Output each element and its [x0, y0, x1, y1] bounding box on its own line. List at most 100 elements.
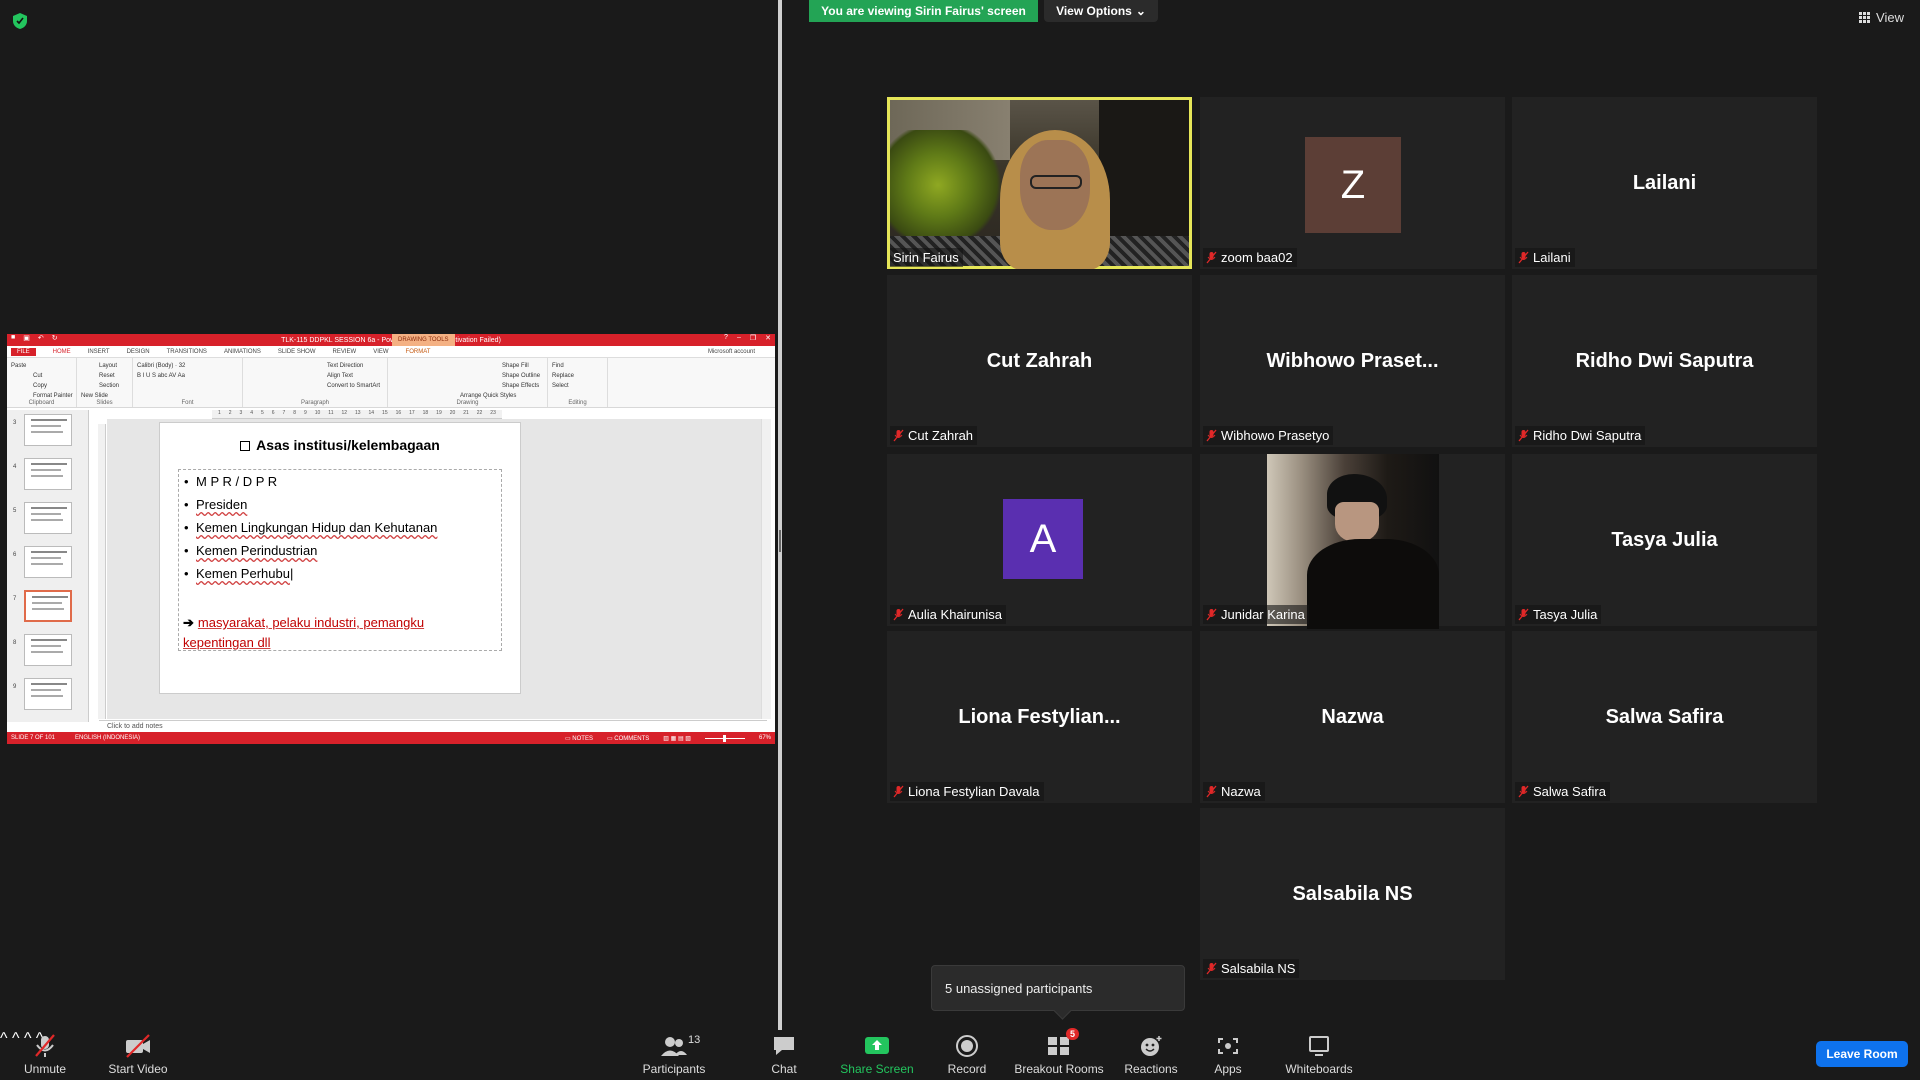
mic-muted-icon — [1518, 608, 1529, 621]
font-format-buttons: B I U S abc AV Aa — [137, 373, 185, 379]
video-tile-ridho[interactable]: Ridho Dwi Saputra Ridho Dwi Saputra — [1512, 275, 1817, 447]
record-button[interactable]: Record — [942, 1030, 992, 1080]
chat-button[interactable]: Chat — [764, 1030, 804, 1080]
slide-arrow-text: ➔ masyarakat, pelaku industri, pemangku k… — [183, 613, 483, 653]
video-tile-nazwa[interactable]: Nazwa Nazwa — [1200, 631, 1505, 803]
ruler-tick: 19 — [436, 410, 442, 416]
video-tile-aulia[interactable]: A Aulia Khairunisa — [887, 454, 1192, 626]
bullet-text: M P R / D P R — [196, 474, 278, 489]
video-tile-lailani[interactable]: Lailani Lailani — [1512, 97, 1817, 269]
participant-name-label: Nazwa — [1203, 782, 1265, 801]
tab-format: FORMAT — [405, 348, 431, 355]
participant-name: zoom baa02 — [1221, 250, 1293, 265]
leave-room-button[interactable]: Leave Room — [1816, 1041, 1908, 1067]
whiteboards-button[interactable]: Whiteboards — [1280, 1030, 1358, 1080]
video-tile-salwa[interactable]: Salwa Safira Salwa Safira — [1512, 631, 1817, 803]
video-tile-zoom-baa02[interactable]: Z zoom baa02 — [1200, 97, 1505, 269]
chat-icon — [774, 1037, 794, 1055]
drawing-tools-label: DRAWING TOOLS — [392, 334, 455, 346]
select-label: Select — [552, 383, 569, 389]
unmute-label: Unmute — [23, 1062, 67, 1076]
tab-insert: INSERT — [87, 348, 110, 355]
paste-label: Paste — [11, 363, 27, 369]
shape-effects-label: Shape Effects — [502, 383, 540, 389]
participant-display-name: Lailani — [1632, 171, 1697, 194]
participants-icon-wrap: 13 — [660, 1034, 700, 1058]
mic-muted-icon — [1206, 962, 1217, 975]
thumbnail-row: 6 — [11, 546, 85, 580]
bullet-text: Kemen Lingkungan Hidup dan Kehutanan — [196, 520, 438, 535]
apps-button[interactable]: Apps — [1208, 1030, 1248, 1080]
arrow-text-line2: kepentingan dll — [183, 635, 271, 650]
video-tile-wibhowo[interactable]: Wibhowo Praset... Wibhowo Prasetyo — [1200, 275, 1505, 447]
ruler-tick: 10 — [314, 410, 321, 416]
participant-display-name: Salsabila NS — [1292, 882, 1413, 905]
tab-review: REVIEW — [332, 348, 357, 355]
font-name-value: Calibri (Body) — [137, 363, 174, 369]
mic-muted-icon — [1206, 251, 1217, 264]
view-buttons: ▥ ▦ ▤ ▧ — [663, 735, 691, 742]
slide-title-text: Asas institusi/kelembagaan — [256, 437, 440, 453]
video-tile-cut-zahrah[interactable]: Cut Zahrah Cut Zahrah — [887, 275, 1192, 447]
mic-muted-icon — [893, 429, 904, 442]
copy-label: Copy — [33, 383, 48, 389]
view-options-label: View Options — [1056, 4, 1132, 18]
video-tile-liona[interactable]: Liona Festylian... Liona Festylian Daval… — [887, 631, 1192, 803]
notes-toggle: ▭ NOTES — [564, 735, 593, 742]
shield-icon[interactable] — [12, 12, 28, 30]
split-divider[interactable] — [778, 0, 782, 1030]
thumb-number: 6 — [13, 552, 17, 558]
tab-design: DESIGN — [126, 348, 150, 355]
audio-options-caret-icon[interactable]: ^ — [0, 1030, 8, 1047]
ruler-tick: 3 — [239, 410, 243, 416]
start-video-button[interactable]: Start Video — [105, 1030, 171, 1080]
participant-name: Liona Festylian Davala — [908, 784, 1040, 799]
start-video-label: Start Video — [108, 1062, 168, 1076]
breakout-icon-wrap: 5 — [1045, 1028, 1079, 1058]
tab-home: HOME — [52, 348, 71, 355]
record-label: Record — [947, 1062, 987, 1076]
save-icon: ▣ — [23, 335, 30, 342]
unassigned-participants-tooltip[interactable]: 5 unassigned participants — [931, 965, 1185, 1011]
mic-muted-icon — [1518, 251, 1529, 264]
chat-label: Chat — [771, 1062, 797, 1076]
share-screen-button[interactable]: Share Screen — [838, 1030, 916, 1080]
zoom-level: 67% — [758, 735, 771, 741]
participants-count: 13 — [688, 1034, 701, 1046]
divider-handle[interactable] — [779, 530, 781, 552]
video-options-caret-icon[interactable]: ^ — [12, 1030, 20, 1047]
slide-text-box: • M P R / D P R • Presiden • Kemen Lingkung… — [178, 469, 502, 651]
ruler-tick: 21 — [463, 410, 469, 416]
notes-toggle-label: NOTES — [572, 735, 593, 742]
chevron-down-icon: ⌄ — [1135, 4, 1146, 18]
participants-button[interactable]: 13 Participants — [640, 1030, 708, 1080]
share-screen-icon — [865, 1037, 889, 1054]
view-options-button[interactable]: View Options ⌄ — [1044, 0, 1158, 22]
thumbnail-row: 5 — [11, 502, 85, 536]
restore-icon: ❐ — [749, 335, 757, 342]
mic-muted-icon — [1206, 608, 1217, 621]
video-tile-tasya[interactable]: Tasya Julia Tasya Julia — [1512, 454, 1817, 626]
ruler-tick: 6 — [271, 410, 275, 416]
video-tile-salsabila[interactable]: Salsabila NS Salsabila NS — [1200, 808, 1505, 980]
font-group: Calibri (Body) · 32 B I U S abc AV Aa Fo… — [133, 358, 243, 407]
reactions-button[interactable]: Reactions — [1120, 1030, 1182, 1080]
video-tile-sirin[interactable]: Sirin Fairus — [887, 97, 1192, 269]
ruler-tick: 7 — [282, 410, 286, 416]
view-button[interactable]: View — [1859, 10, 1904, 25]
meeting-toolbar: Unmute ^ Start Video ^ 13 Participants C… — [0, 1028, 1920, 1080]
grid-icon — [1859, 12, 1871, 23]
breakout-rooms-button[interactable]: 5 Breakout Rooms — [1012, 1028, 1106, 1080]
unmute-button[interactable]: Unmute — [20, 1030, 70, 1080]
ruler-tick: 22 — [476, 410, 483, 416]
paragraph-group: Text Direction Align Text Convert to Sma… — [243, 358, 388, 407]
status-right: ▭ NOTES ▭ COMMENTS ▥ ▦ ▤ ▧ 67% — [564, 734, 771, 742]
ruler-tick: 13 — [354, 410, 361, 416]
participant-name-label: Sirin Fairus — [890, 248, 963, 267]
share-screen-label: Share Screen — [840, 1062, 914, 1076]
mic-muted-icon — [35, 1034, 55, 1057]
slide-thumbnail — [24, 634, 72, 666]
participant-display-name: Tasya Julia — [1611, 528, 1718, 551]
participant-name: Lailani — [1533, 250, 1571, 265]
reset-label: Reset — [99, 373, 115, 379]
